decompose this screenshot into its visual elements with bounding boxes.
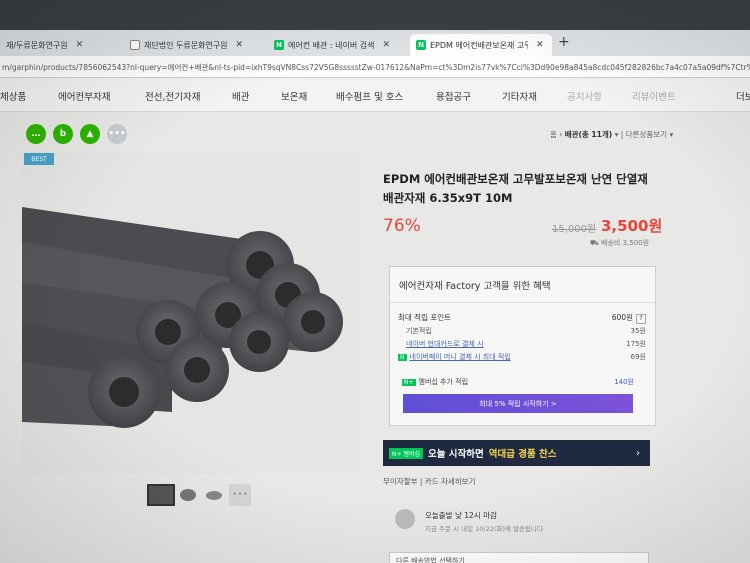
close-icon[interactable]: ✕ [382,40,390,50]
browser-tab-strip: 재/두류문화연구원 ✕ 재단법인 두류문화연구원 ✕ N 에어컨 배관 : 네이… [0,30,750,56]
thumbnail-1[interactable] [147,484,175,506]
banner-text: 오늘 시작하면 [427,449,484,460]
nav-item-other[interactable]: 기타자재 [502,89,537,103]
nav-item-insulation[interactable]: 보온재 [281,89,307,103]
naver-plus-badge: N+ 멤버십 [389,447,423,459]
nav-item-more[interactable]: 더보 [736,89,750,103]
shipping-date: 지금 주문 시 내일 10/22(화)에 발송됩니다. [425,525,545,533]
benefit-box: 에어컨자재 Factory 고객을 위한 혜택 최대 적립 포인트 600원? … [389,266,656,426]
close-icon[interactable]: ✕ [536,40,544,50]
max-points-row: 최대 적립 포인트 600원? [398,312,646,324]
membership-label: 멤버십 추가 적립 [418,377,469,386]
truck-icon: ⛟ [590,239,599,247]
benefit-row-label: 기본적립 [406,327,432,335]
benefit-row-value: 175원 [626,340,646,348]
document-icon [130,40,140,50]
sale-price: 3,500원 [601,217,663,235]
banner-highlight: 역대급 경품 찬스 [488,449,557,460]
site-nav: 체상품 에어컨부자재 전선,전기자재 배관 보온재 배수펌프 및 호스 용접공구… [0,78,750,112]
breadcrumb-current[interactable]: 배관(총 11개) [565,130,613,139]
benefit-row-value: 35원 [630,327,646,335]
band-share-icon[interactable]: b [53,124,73,144]
naver-icon: N [416,40,426,50]
more-thumbnails-icon[interactable]: ••• [229,484,251,506]
tab-label: 재/두류문화연구원 [6,40,68,50]
benefit-header: 에어컨자재 Factory 고객을 위한 혜택 [399,281,551,292]
product-image[interactable] [22,152,359,474]
thumbnail-2[interactable] [180,489,196,501]
close-icon[interactable]: ✕ [236,40,244,50]
address-bar[interactable]: m/garphin/products/7856062543?nl-query=에… [0,56,750,78]
talk-share-icon[interactable]: … [26,124,46,144]
delivery-truck-icon [395,509,415,529]
card-benefit-link[interactable]: 네이버 현대카드로 결제 시 [398,339,484,349]
browser-tab[interactable]: N 에어컨 배관 : 네이버 검색 ✕ [268,34,408,56]
nav-item-welding-tools[interactable]: 용접공구 [436,89,471,103]
membership-value: 140원 [614,377,634,386]
nav-item-drain-pump[interactable]: 배수펌프 및 호스 [336,89,403,103]
breadcrumb: 홈 › 배관(총 11개) ▾ | 다른상품보기 ▾ [550,130,674,139]
pay-benefit-link[interactable]: 네이버페이 머니 결제 시 최대 적립 [410,353,511,361]
naver-pay-icon: N [398,354,407,361]
product-title: EPDM 에어컨배관보온재 고무발포보온재 난연 단열재 배관자재 6.35x9… [383,172,648,205]
other-products-link[interactable]: 다른상품보기 [626,130,667,139]
max-points-label: 최대 적립 포인트 [398,313,452,322]
naver-icon: N [274,40,284,50]
benefit-row: 네이버 현대카드로 결제 시 175원 [398,339,646,349]
nav-item-aircon-parts[interactable]: 에어컨부자재 [58,89,110,103]
nav-item-wires[interactable]: 전선,전기자재 [145,89,200,103]
more-share-icon[interactable]: ••• [107,124,127,144]
discount-rate: 76% [383,216,421,236]
max-points-value: 600원 [611,313,633,322]
shipping-deadline: 오늘출발 낮 12시 마감 [425,511,497,520]
best-badge: BEST [24,153,54,165]
browser-titlebar [0,0,750,30]
breadcrumb-home[interactable]: 홈 [550,130,557,139]
tab-label: 재단법인 두류문화연구원 [144,40,228,50]
installment-card-info[interactable]: 무이자할부 | 카드 자세히보기 [383,476,475,487]
membership-start-button[interactable]: 최대 5% 적립 시작하기 > [403,394,633,413]
browser-tab[interactable]: 재/두류문화연구원 ✕ [0,34,118,56]
membership-row: N+ 멤버십 추가 적립 140원 [402,374,634,389]
chevron-right-icon: › [636,447,640,459]
nav-item-pipes[interactable]: 배관 [232,89,249,103]
nav-item-all-products[interactable]: 체상품 [0,89,26,103]
delivery-fee-text: 배송비 3,500원 [601,239,650,247]
close-icon[interactable]: ✕ [76,40,84,50]
benefit-row: N 네이버페이 머니 결제 시 최대 적립 69원 [398,352,646,362]
tab-label: 에어컨 배관 : 네이버 검색 [288,40,375,50]
bookmark-share-icon[interactable]: ▲ [80,124,100,144]
shipping-method-select[interactable]: 다른 배송방법 선택하기 [389,552,649,563]
new-tab-icon[interactable]: + [558,34,570,50]
tab-label: EPDM 에어컨배관보온재 고무발포 [430,40,528,50]
browser-tab-active[interactable]: N EPDM 에어컨배관보온재 고무발포 ✕ [410,34,552,56]
nav-item-review-event[interactable]: 리뷰이벤트 [632,89,676,103]
benefit-row-value: 69원 [630,353,646,361]
membership-banner[interactable]: N+ 멤버십 오늘 시작하면 역대급 경품 찬스 › [383,440,650,466]
help-icon[interactable]: ? [636,314,646,324]
shipping-info: 오늘출발 낮 12시 마감 지금 주문 시 내일 10/22(화)에 발송됩니다… [389,501,649,541]
benefit-row: 기본적립 35원 [398,326,646,336]
original-price: 15,000원 [552,224,597,235]
divider [390,302,655,303]
insulation-tubes-illustration [22,152,359,474]
nav-item-notice[interactable]: 공지사항 [567,89,602,103]
naver-plus-icon: N+ [402,378,416,386]
browser-tab[interactable]: 재단법인 두류문화연구원 ✕ [124,34,264,56]
delivery-fee: ⛟ 배송비 3,500원 [590,238,649,248]
thumbnail-3[interactable] [206,491,222,500]
